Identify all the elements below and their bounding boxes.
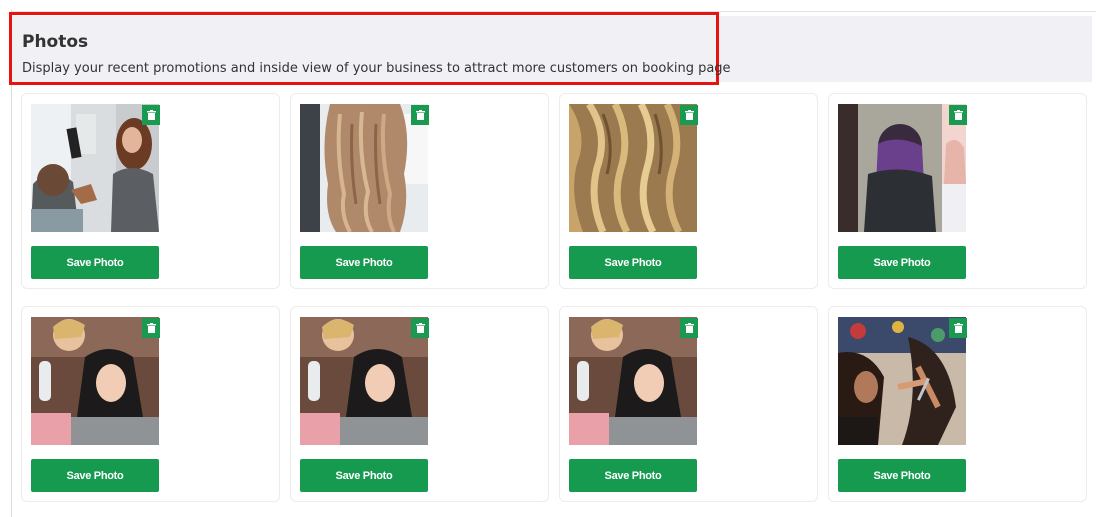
photo-thumbnail[interactable]: [569, 104, 697, 232]
photo-thumbnail[interactable]: [300, 317, 428, 445]
photo-card: Save Photo: [21, 93, 280, 289]
delete-photo-button[interactable]: [949, 318, 967, 338]
photo-card: Save Photo: [828, 306, 1087, 502]
save-photo-button[interactable]: Save Photo: [569, 246, 697, 279]
section-title: Photos: [22, 32, 89, 52]
delete-photo-button[interactable]: [680, 318, 698, 338]
save-photo-button[interactable]: Save Photo: [300, 459, 428, 492]
save-photo-button[interactable]: Save Photo: [31, 246, 159, 279]
delete-photo-button[interactable]: [949, 105, 967, 125]
photo-thumbnail[interactable]: [569, 317, 697, 445]
photo-thumbnail[interactable]: [31, 104, 159, 232]
photo-thumbnail[interactable]: [838, 317, 966, 445]
photo-card: Save Photo: [290, 93, 549, 289]
photo-card: Save Photo: [290, 306, 549, 502]
trash-icon: [415, 110, 425, 120]
trash-icon: [684, 323, 694, 333]
trash-icon: [415, 323, 425, 333]
photo-card: Save Photo: [21, 306, 280, 502]
photo-card: Save Photo: [559, 93, 818, 289]
trash-icon: [146, 110, 156, 120]
save-photo-button[interactable]: Save Photo: [838, 459, 966, 492]
trash-icon: [953, 323, 963, 333]
photo-thumbnail[interactable]: [838, 104, 966, 232]
save-photo-button[interactable]: Save Photo: [838, 246, 966, 279]
delete-photo-button[interactable]: [142, 105, 160, 125]
trash-icon: [684, 110, 694, 120]
photo-grid: Save Photo Save Photo Save Photo Save Ph…: [21, 93, 1087, 502]
photo-thumbnail[interactable]: [31, 317, 159, 445]
photo-card: Save Photo: [828, 93, 1087, 289]
section-description: Display your recent promotions and insid…: [22, 61, 731, 76]
delete-photo-button[interactable]: [680, 105, 698, 125]
delete-photo-button[interactable]: [142, 318, 160, 338]
delete-photo-button[interactable]: [411, 105, 429, 125]
save-photo-button[interactable]: Save Photo: [300, 246, 428, 279]
photo-card: Save Photo: [559, 306, 818, 502]
save-photo-button[interactable]: Save Photo: [31, 459, 159, 492]
delete-photo-button[interactable]: [411, 318, 429, 338]
trash-icon: [953, 110, 963, 120]
save-photo-button[interactable]: Save Photo: [569, 459, 697, 492]
page-border-left: [11, 10, 12, 517]
trash-icon: [146, 323, 156, 333]
photo-thumbnail[interactable]: [300, 104, 428, 232]
